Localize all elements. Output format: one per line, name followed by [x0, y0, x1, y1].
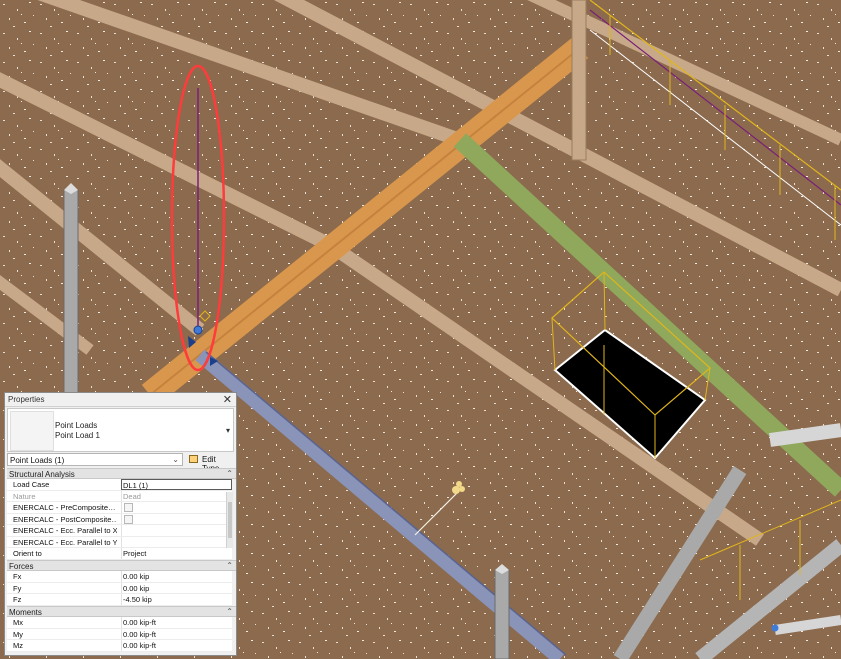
property-value: Project	[123, 549, 147, 558]
property-name: Orient to	[13, 549, 42, 558]
brace[interactable]	[769, 423, 841, 447]
type-selector[interactable]: Point Loads Point Load 1 ▾	[7, 408, 234, 452]
property-name: Load Case	[13, 480, 50, 489]
property-value: 0.00 kip	[123, 572, 150, 581]
type-name: Point Loads Point Load 1	[55, 421, 100, 441]
property-name: Mx	[13, 618, 23, 627]
property-name: ENERCALC - Ecc. Parallel to YY	[13, 537, 117, 547]
chevron-down-icon: ⌄	[172, 455, 179, 464]
property-row-fy: Fy 0.00 kip	[7, 582, 232, 594]
property-value: -4.50 kip	[123, 595, 152, 604]
property-value: 0.00 kip-ft	[123, 641, 156, 650]
property-name: ENERCALC - Ecc. Parallel to XX	[13, 526, 117, 535]
section-moments[interactable]: Moments ⌃	[7, 606, 236, 617]
panel-title: Properties	[8, 395, 45, 404]
mz-field[interactable]: 0.00 kip-ft	[121, 640, 232, 651]
type-thumbnail	[10, 411, 54, 451]
property-name: My	[13, 629, 23, 639]
property-row-my: My 0.00 kip-ft	[7, 628, 232, 640]
property-row-ecc-yy: ENERCALC - Ecc. Parallel to YY	[7, 536, 232, 548]
edit-type-icon	[189, 455, 198, 463]
property-row-orient-to: Orient to Project	[7, 548, 232, 560]
nature-field: Dead	[121, 490, 232, 501]
instance-filter-value: Point Loads (1)	[10, 456, 65, 465]
orient-to-field[interactable]: Project	[121, 548, 232, 559]
chevron-down-icon[interactable]: ▾	[226, 426, 230, 435]
section-structural-analysis[interactable]: Structural Analysis ⌃	[7, 468, 236, 479]
column[interactable]	[571, 0, 587, 161]
property-name: Nature	[13, 491, 36, 501]
section-label: Forces	[9, 562, 34, 571]
properties-titlebar[interactable]: Properties ✕	[5, 393, 236, 407]
property-value: DL1 (1)	[123, 481, 149, 490]
type-family: Point Loads	[55, 421, 98, 430]
property-row-postcomposite: ENERCALC - PostComposite…	[7, 513, 232, 525]
property-name: ENERCALC - PostComposite…	[13, 514, 117, 524]
section-label: Structural Analysis	[9, 470, 75, 479]
instance-filter-dropdown[interactable]: Point Loads (1) ⌄	[7, 453, 183, 466]
column[interactable]	[63, 189, 79, 401]
scrollbar-thumb[interactable]	[228, 502, 232, 538]
collapse-icon[interactable]: ⌃	[226, 561, 233, 570]
edit-type-button[interactable]: Edit Type	[187, 453, 235, 473]
property-row-ecc-xx: ENERCALC - Ecc. Parallel to XX	[7, 525, 232, 537]
property-name: ENERCALC - PreComposite…	[13, 503, 116, 512]
property-row-mx: Mx 0.00 kip-ft	[7, 617, 232, 629]
ecc-xx-field[interactable]	[121, 525, 232, 536]
close-icon[interactable]: ✕	[223, 393, 232, 406]
section-forces[interactable]: Forces ⌃	[7, 560, 236, 571]
grip-point[interactable]	[771, 624, 779, 632]
property-row-fx: Fx 0.00 kip	[7, 571, 232, 583]
fy-field[interactable]: 0.00 kip	[121, 582, 232, 593]
mx-field[interactable]: 0.00 kip-ft	[121, 617, 232, 628]
collapse-icon[interactable]: ⌃	[226, 607, 233, 616]
property-row-load-case: Load Case DL1 (1)	[7, 479, 232, 491]
property-name: Fx	[13, 572, 22, 581]
section-label: Moments	[9, 608, 42, 617]
property-row-precomposite: ENERCALC - PreComposite…	[7, 502, 232, 514]
checkbox[interactable]	[124, 503, 133, 512]
property-name: Mz	[13, 641, 23, 650]
property-value: 0.00 kip-ft	[123, 629, 156, 639]
property-value: 0.00 kip	[123, 583, 150, 593]
property-value: 0.00 kip-ft	[123, 618, 156, 627]
checkbox[interactable]	[124, 514, 133, 524]
property-name: Fy	[13, 583, 22, 593]
property-value: Dead	[123, 491, 141, 501]
type-name-label: Point Load 1	[55, 431, 100, 440]
property-row-mz: Mz 0.00 kip-ft	[7, 640, 232, 652]
scrollbar[interactable]	[226, 492, 233, 548]
load-case-field[interactable]: DL1 (1)	[121, 479, 232, 490]
ecc-yy-field[interactable]	[121, 536, 232, 547]
collapse-icon[interactable]: ⌃	[226, 469, 233, 478]
property-name: Fz	[13, 595, 22, 604]
property-row-fz: Fz -4.50 kip	[7, 594, 232, 606]
my-field[interactable]: 0.00 kip-ft	[121, 628, 232, 639]
properties-panel: Properties ✕ Point Loads Point Load 1 ▾ …	[4, 392, 237, 656]
column[interactable]	[494, 569, 510, 659]
fz-field[interactable]: -4.50 kip	[121, 594, 232, 605]
property-row-nature: Nature Dead	[7, 490, 232, 502]
instance-filter-row: Point Loads (1) ⌄ Edit Type	[7, 453, 235, 473]
precomposite-field[interactable]	[121, 502, 232, 513]
postcomposite-field[interactable]	[121, 513, 232, 524]
fx-field[interactable]: 0.00 kip	[121, 571, 232, 582]
